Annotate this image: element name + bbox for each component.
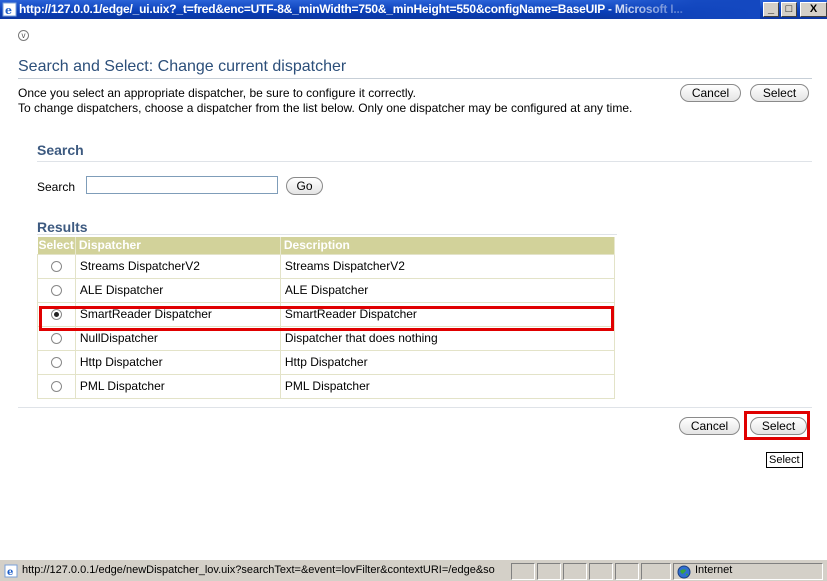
description-cell: PML Dispatcher	[279, 373, 616, 399]
top-select-button[interactable]: Select	[750, 84, 809, 102]
search-label: Search	[37, 180, 76, 194]
page-title: Search and Select: Change current dispat…	[18, 58, 347, 75]
dispatcher-cell: PML Dispatcher	[74, 373, 281, 399]
status-pane	[511, 563, 535, 580]
ie-page-icon: e	[2, 2, 17, 17]
title-fade	[600, 0, 760, 19]
svg-text:e: e	[7, 567, 13, 578]
maximize-button[interactable]: □	[781, 2, 797, 17]
zone-label: Internet	[695, 564, 733, 576]
row-radio[interactable]	[50, 261, 62, 273]
table-row[interactable]: ALE Dispatcher ALE Dispatcher	[37, 277, 616, 303]
results-section-divider	[37, 234, 617, 235]
status-pane	[563, 563, 587, 580]
top-cancel-button[interactable]: Cancel	[680, 84, 741, 102]
column-header-description[interactable]: Description	[280, 237, 616, 254]
select-cell[interactable]	[37, 373, 76, 399]
table-row[interactable]: PML Dispatcher PML Dispatcher	[37, 373, 616, 399]
description-cell: Streams DispatcherV2	[279, 253, 616, 279]
table-row-selected[interactable]: SmartReader Dispatcher SmartReader Dispa…	[37, 301, 616, 327]
row-radio[interactable]	[50, 357, 62, 369]
status-pane	[537, 563, 561, 580]
search-section-title: Search	[37, 142, 84, 158]
status-pane	[615, 563, 639, 580]
select-cell[interactable]	[37, 253, 76, 279]
row-radio[interactable]	[50, 381, 62, 393]
select-cell[interactable]	[37, 277, 76, 303]
instructions-line-2: To change dispatchers, choose a dispatch…	[18, 101, 633, 115]
table-row[interactable]: Streams DispatcherV2 Streams DispatcherV…	[37, 253, 616, 279]
table-header-row: Select Dispatcher Description	[37, 237, 616, 254]
dispatcher-cell: SmartReader Dispatcher	[74, 301, 281, 327]
results-section-title: Results	[37, 219, 88, 235]
ie-page-icon: e	[4, 564, 18, 578]
dispatcher-cell: ALE Dispatcher	[74, 277, 281, 303]
search-section-divider	[37, 161, 812, 162]
select-cell[interactable]	[37, 301, 76, 327]
footer-divider	[18, 407, 812, 408]
results-table: Select Dispatcher Description Streams Di…	[37, 237, 616, 399]
dispatcher-cell: Http Dispatcher	[74, 349, 281, 375]
search-input[interactable]	[86, 176, 278, 194]
svg-text:e: e	[5, 4, 12, 17]
dispatcher-cell: NullDispatcher	[74, 325, 281, 351]
description-cell: Dispatcher that does nothing	[279, 325, 616, 351]
row-radio[interactable]	[50, 285, 62, 297]
status-pane	[589, 563, 613, 580]
description-cell: Http Dispatcher	[279, 349, 616, 375]
title-divider	[18, 78, 812, 79]
column-header-select: Select	[37, 237, 76, 254]
dispatcher-cell: Streams DispatcherV2	[74, 253, 281, 279]
status-pane	[641, 563, 671, 580]
row-radio-selected[interactable]	[50, 309, 62, 321]
description-cell: ALE Dispatcher	[279, 277, 616, 303]
window-title-bar[interactable]: e http://127.0.0.1/edge/_ui.uix?_t=fred&…	[0, 0, 827, 19]
table-row[interactable]: NullDispatcher Dispatcher that does noth…	[37, 325, 616, 351]
go-button[interactable]: Go	[286, 177, 323, 195]
instructions: Once you select an appropriate dispatche…	[18, 86, 678, 116]
column-header-dispatcher[interactable]: Dispatcher	[75, 237, 281, 254]
status-bar: e http://127.0.0.1/edge/newDispatcher_lo…	[0, 559, 827, 581]
row-radio[interactable]	[50, 333, 62, 345]
description-cell: SmartReader Dispatcher	[279, 301, 616, 327]
status-url: http://127.0.0.1/edge/newDispatcher_lov.…	[22, 564, 495, 576]
internet-zone-icon	[677, 565, 691, 579]
table-row[interactable]: Http Dispatcher Http Dispatcher	[37, 349, 616, 375]
select-cell[interactable]	[37, 325, 76, 351]
minimize-button[interactable]: _	[763, 2, 779, 17]
instructions-line-1: Once you select an appropriate dispatche…	[18, 86, 416, 100]
select-tooltip: Select	[766, 452, 803, 468]
bottom-cancel-button[interactable]: Cancel	[679, 417, 740, 435]
collapse-icon[interactable]: v	[18, 30, 29, 41]
select-cell[interactable]	[37, 349, 76, 375]
bottom-select-button[interactable]: Select	[750, 417, 807, 435]
close-button[interactable]: X	[800, 2, 827, 17]
